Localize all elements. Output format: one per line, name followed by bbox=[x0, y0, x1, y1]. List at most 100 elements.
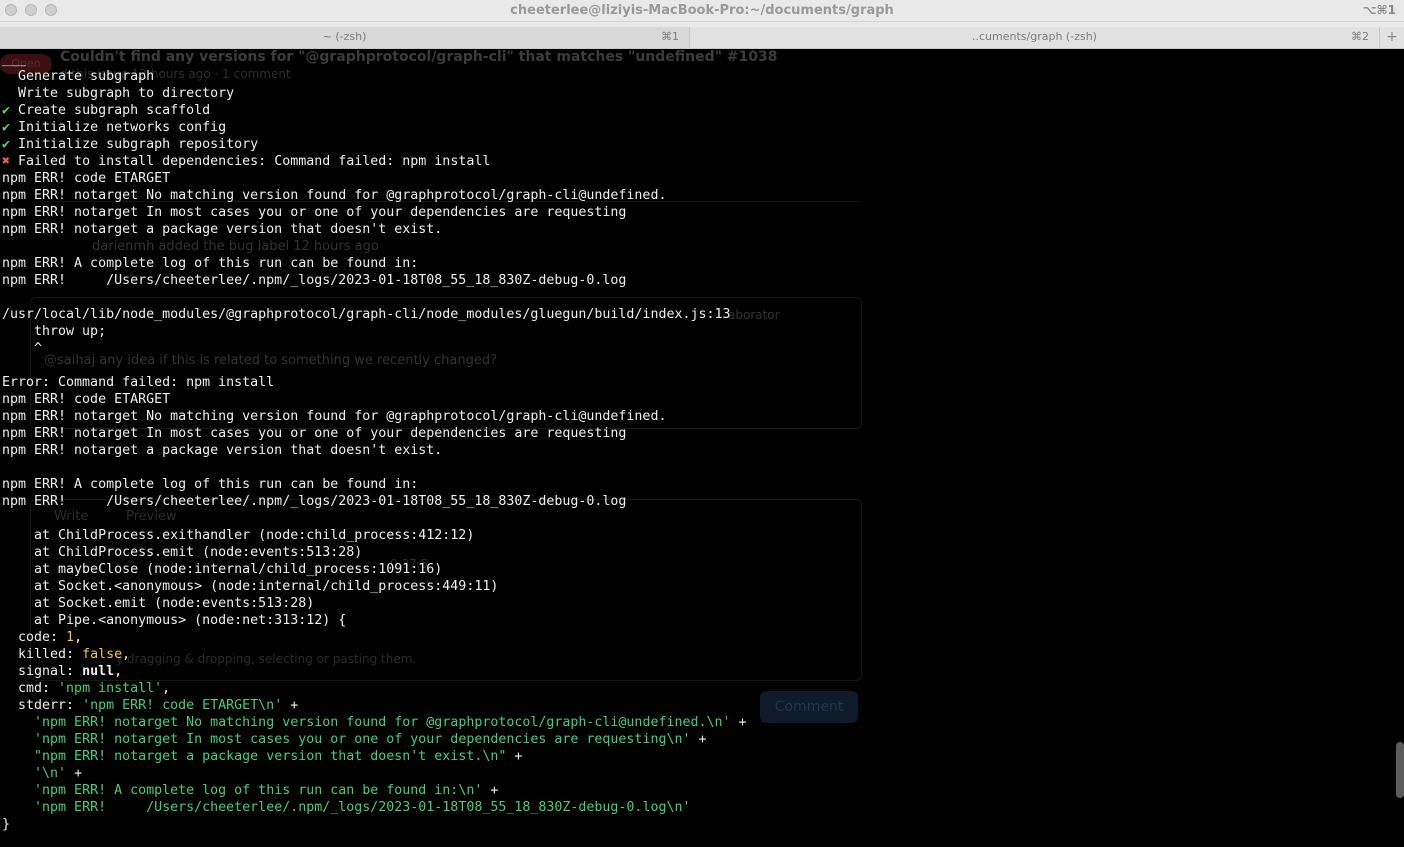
tab-home-zsh[interactable]: ~ (-zsh) ⌘1 bbox=[0, 27, 690, 48]
terminal-text: npm ERR! notarget In most cases you or o… bbox=[2, 205, 627, 220]
terminal-line: Write subgraph to directory bbox=[2, 85, 747, 102]
tab-label: ~ (-zsh) bbox=[322, 30, 367, 43]
terminal-text: 1 bbox=[66, 630, 75, 645]
terminal-line: } bbox=[2, 816, 747, 833]
terminal-text: npm ERR! /Users/cheeterlee/.npm/_logs/20… bbox=[2, 273, 627, 288]
terminal-text: '\n' bbox=[34, 766, 67, 781]
terminal-text: signal: bbox=[2, 664, 83, 679]
terminal-text: npm ERR! /Users/cheeterlee/.npm/_logs/20… bbox=[2, 494, 627, 509]
terminal-output[interactable]: ___ Generate subgraph Write subgraph to … bbox=[2, 51, 747, 833]
terminal-text: /usr/local/lib/node_modules/@graphprotoc… bbox=[2, 307, 731, 322]
terminal-line: "npm ERR! notarget a package version tha… bbox=[2, 748, 747, 765]
tab-graph-zsh[interactable]: ..cuments/graph (-zsh) ⌘2 bbox=[690, 27, 1380, 48]
terminal-text: ___ bbox=[2, 52, 27, 67]
terminal-line: npm ERR! notarget In most cases you or o… bbox=[2, 204, 747, 221]
terminal-line: npm ERR! code ETARGET bbox=[2, 170, 747, 187]
terminal-text: "npm ERR! notarget a package version tha… bbox=[34, 749, 507, 764]
terminal-window: cheeterlee@liziyis-MacBook-Pro:~/documen… bbox=[0, 0, 1404, 847]
terminal-line: ^ bbox=[2, 340, 747, 357]
terminal-text: Failed to install dependencies: Command … bbox=[10, 154, 491, 169]
terminal-text: 'npm ERR! /Users/cheeterlee/.npm/_logs/2… bbox=[34, 800, 691, 815]
window-title: cheeterlee@liziyis-MacBook-Pro:~/documen… bbox=[510, 3, 894, 18]
terminal-text: Create subgraph scaffold bbox=[10, 103, 211, 118]
terminal-line: npm ERR! notarget No matching version fo… bbox=[2, 187, 747, 204]
comment-button: Comment bbox=[760, 691, 858, 723]
terminal-text: + bbox=[66, 766, 83, 781]
terminal-line: at ChildProcess.emit (node:events:513:28… bbox=[2, 544, 747, 561]
terminal-line: at Socket.emit (node:events:513:28) bbox=[2, 595, 747, 612]
terminal-text: npm ERR! notarget a package version that… bbox=[2, 222, 443, 237]
terminal-text: + bbox=[690, 732, 707, 747]
terminal-line: '\n' + bbox=[2, 765, 747, 782]
terminal-text: 'npm ERR! A complete log of this run can… bbox=[34, 783, 483, 798]
terminal-text: throw up; bbox=[2, 324, 107, 339]
terminal-line: 'npm ERR! /Users/cheeterlee/.npm/_logs/2… bbox=[2, 799, 747, 816]
terminal-line: stderr: 'npm ERR! code ETARGET\n' + bbox=[2, 697, 747, 714]
terminal-line: ✔ Initialize subgraph repository bbox=[2, 136, 747, 153]
terminal-text: code: bbox=[2, 630, 67, 645]
terminal-text: ^ bbox=[2, 341, 43, 356]
terminal-line: throw up; bbox=[2, 323, 747, 340]
check-icon: ✔ bbox=[2, 137, 11, 152]
terminal-text: 'npm ERR! notarget No matching version f… bbox=[34, 715, 731, 730]
terminal-text: at ChildProcess.exithandler (node:child_… bbox=[2, 528, 475, 543]
terminal-text: npm ERR! notarget No matching version fo… bbox=[2, 409, 667, 424]
terminal-text: + bbox=[282, 698, 299, 713]
terminal-text: at maybeClose (node:internal/child_proce… bbox=[2, 562, 443, 577]
terminal-line: ___ bbox=[2, 51, 747, 68]
terminal-line: npm ERR! notarget No matching version fo… bbox=[2, 408, 747, 425]
terminal-text: + bbox=[506, 749, 523, 764]
terminal-line: 'npm ERR! notarget In most cases you or … bbox=[2, 731, 747, 748]
terminal-text: at Socket.<anonymous> (node:internal/chi… bbox=[2, 579, 499, 594]
terminal-line: at Pipe.<anonymous> (node:net:313:12) { bbox=[2, 612, 747, 629]
terminal-text: null bbox=[82, 664, 115, 679]
terminal-text: Write subgraph to directory bbox=[2, 86, 235, 101]
terminal-text: npm ERR! notarget a package version that… bbox=[2, 443, 443, 458]
terminal-line: ✔ Initialize networks config bbox=[2, 119, 747, 136]
terminal-text: killed: bbox=[2, 647, 83, 662]
terminal-text: Initialize subgraph repository bbox=[10, 137, 259, 152]
new-tab-button[interactable]: + bbox=[1380, 27, 1404, 48]
cross-icon: ✖ bbox=[2, 154, 11, 169]
terminal-line: npm ERR! A complete log of this run can … bbox=[2, 476, 747, 493]
terminal-text: at ChildProcess.emit (node:events:513:28… bbox=[2, 545, 363, 560]
terminal-text: , bbox=[74, 630, 83, 645]
terminal-line: ✖ Failed to install dependencies: Comman… bbox=[2, 153, 747, 170]
terminal-text: npm ERR! notarget No matching version fo… bbox=[2, 188, 667, 203]
scrollbar-thumb[interactable] bbox=[1396, 742, 1404, 798]
terminal-line: cmd: 'npm install', bbox=[2, 680, 747, 697]
terminal-line: code: 1, bbox=[2, 629, 747, 646]
terminal-line: killed: false, bbox=[2, 646, 747, 663]
terminal-text: , bbox=[114, 664, 123, 679]
terminal-line: npm ERR! notarget a package version that… bbox=[2, 221, 747, 238]
terminal-text: npm ERR! code ETARGET bbox=[2, 392, 171, 407]
tab-shortcut: ⌘2 bbox=[1351, 30, 1369, 43]
terminal-line: Error: Command failed: npm install bbox=[2, 374, 747, 391]
terminal-text: + bbox=[730, 715, 747, 730]
terminal-line: 'npm ERR! A complete log of this run can… bbox=[2, 782, 747, 799]
terminal-line: npm ERR! notarget a package version that… bbox=[2, 442, 747, 459]
terminal-line: 'npm ERR! notarget No matching version f… bbox=[2, 714, 747, 731]
terminal-line: npm ERR! /Users/cheeterlee/.npm/_logs/20… bbox=[2, 272, 747, 289]
terminal-text: at Socket.emit (node:events:513:28) bbox=[2, 596, 315, 611]
terminal-text: cmd: bbox=[2, 681, 59, 696]
terminal-line: at maybeClose (node:internal/child_proce… bbox=[2, 561, 747, 578]
terminal-line: Generate subgraph bbox=[2, 68, 747, 85]
terminal-text: Initialize networks config bbox=[10, 120, 227, 135]
terminal-line: at ChildProcess.exithandler (node:child_… bbox=[2, 527, 747, 544]
terminal-text: npm ERR! code ETARGET bbox=[2, 171, 171, 186]
tab-bar: ~ (-zsh) ⌘1 ..cuments/graph (-zsh) ⌘2 + bbox=[0, 27, 1404, 49]
terminal-line: npm ERR! code ETARGET bbox=[2, 391, 747, 408]
check-icon: ✔ bbox=[2, 103, 11, 118]
terminal-text: Error: Command failed: npm install bbox=[2, 375, 275, 390]
terminal-text: Generate subgraph bbox=[2, 69, 155, 84]
tab-shortcut: ⌘1 bbox=[661, 30, 679, 43]
